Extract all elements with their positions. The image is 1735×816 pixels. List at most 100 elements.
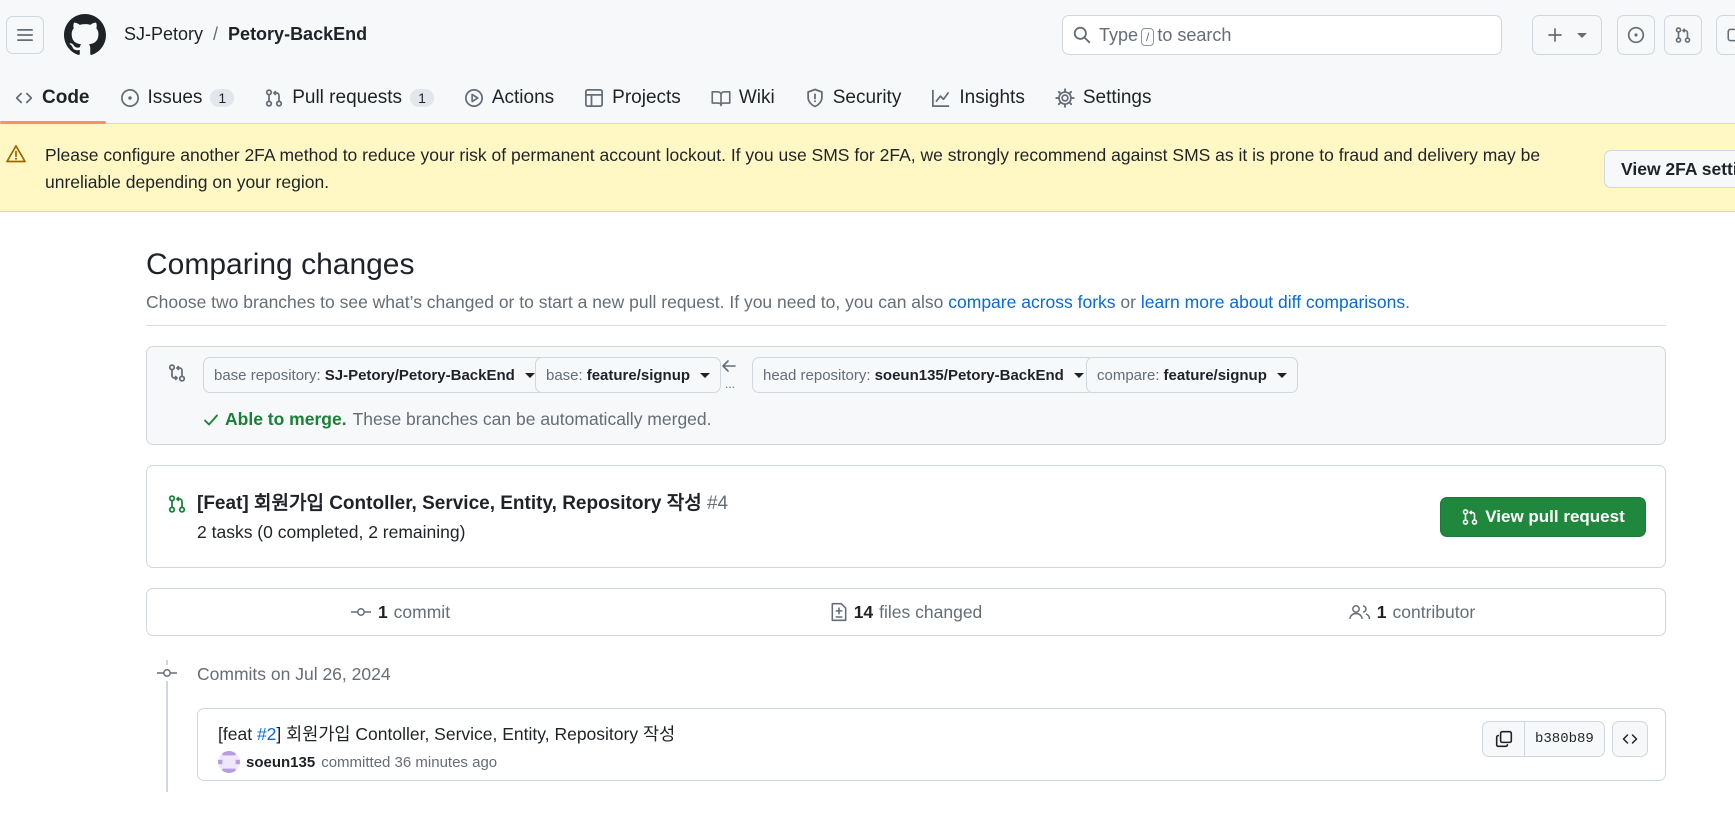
pull-request-tasks: 2 tasks (0 completed, 2 remaining) [197,522,466,542]
check-icon [204,414,218,425]
avatar[interactable] [218,751,240,773]
commit-author[interactable]: soeun135 [246,754,315,771]
tab-actions[interactable]: Actions [450,76,570,120]
git-commit-icon [156,665,178,681]
arrow-left-icon [722,360,736,372]
tab-label: Security [832,87,902,108]
pull-request-title[interactable]: [Feat] 회원가입 Contoller, Service, Entity, … [197,488,728,515]
app-header: SJ-Petory / Petory-BackEnd Type / to searc… [0,0,1735,124]
inbox-icon [1727,28,1735,42]
pull-requests-counter: 1 [410,89,434,107]
range-editor: base repository: SJ-Petory/Petory-BackEn… [146,346,1666,445]
compare-branch-value: feature/signup [1163,366,1267,384]
pull-request-number: #4 [706,493,729,514]
book-icon [711,90,731,107]
search-shortcut-key: / [1141,27,1155,46]
commits-count: 1 [377,601,388,622]
learn-diff-comparisons-link[interactable]: learn more about diff comparisons [1141,292,1405,312]
commits-label: commit [393,601,451,622]
tab-wiki[interactable]: Wiki [697,76,791,120]
commit-message-text: ] 회원가입 Contoller, Service, Entity, Repos… [276,724,676,744]
commit-sha-link[interactable]: b380b89 [1525,722,1604,756]
tab-issues[interactable]: Issues 1 [106,76,251,120]
compare-branch-label: compare: [1097,366,1160,384]
head-repository-value: soeun135/Petory-BackEnd [874,366,1064,384]
commit-message-prefix: [feat [218,724,253,744]
code-icon [1622,734,1638,744]
view-pull-request-button[interactable]: View pull request [1440,497,1646,537]
commits-stat[interactable]: 1 commit [147,589,653,635]
tab-label: Projects [612,87,681,108]
existing-pull-request-card: [Feat] 회원가입 Contoller, Service, Entity, … [146,465,1666,568]
copy-sha-button[interactable] [1483,722,1525,756]
alert-icon [6,145,26,163]
pull-requests-button[interactable] [1664,15,1702,55]
tab-security[interactable]: Security [791,76,918,120]
search-placeholder-suffix: to search [1157,24,1232,45]
range-dots: ... [725,377,736,391]
tab-label: Pull requests [292,87,403,108]
copy-icon [1495,730,1512,748]
issues-button[interactable] [1617,15,1655,55]
files-changed-stat[interactable]: 14 files changed [653,589,1159,635]
git-commit-icon [350,608,371,616]
subtitle-period: . [1405,292,1410,312]
pull-request-icon [266,89,283,107]
commits-date-heading: Commits on Jul 26, 2024 [197,664,391,684]
tab-label: Wiki [738,87,775,108]
file-diff-icon [831,602,847,622]
caret-down-icon [700,372,711,378]
compare-stats: 1 commit 14 files changed 1 contributor [146,588,1666,636]
people-icon [1349,605,1371,620]
create-new-button[interactable] [1532,15,1602,55]
breadcrumb-separator: / [213,24,219,44]
graph-icon [932,89,950,107]
menu-button[interactable] [6,16,44,54]
code-icon [15,92,33,104]
caret-down-icon [1276,372,1287,378]
head-repository-label: head repository: [763,366,871,384]
pull-request-title-text: [Feat] 회원가입 Contoller, Service, Entity, … [197,493,702,514]
table-icon [585,89,604,107]
repo-link[interactable]: Petory-BackEnd [228,24,367,45]
view-2fa-settings-button[interactable]: View 2FA settings [1604,150,1735,188]
page-subtitle: Choose two branches to see what’s change… [146,292,1410,313]
compare-across-forks-link[interactable]: compare across forks [948,292,1115,312]
tab-projects[interactable]: Projects [570,76,697,120]
commit-issue-link[interactable]: #2 [257,724,276,744]
head-repository-select[interactable]: head repository: soeun135/Petory-BackEnd [752,357,1095,393]
tab-code[interactable]: Code [0,76,106,124]
base-branch-select[interactable]: base: feature/signup [535,357,722,393]
page-title: Comparing changes [146,248,415,281]
commit-message[interactable]: [feat #2] 회원가입 Contoller, Service, Entit… [218,721,675,746]
pull-request-open-icon [168,495,186,513]
plus-icon [1548,28,1562,42]
hamburger-icon [17,29,33,41]
inbox-button[interactable] [1716,15,1735,55]
tab-label: Settings [1082,87,1152,108]
owner-link[interactable]: SJ-Petory [124,24,203,45]
commit-meta: soeun135 committed 36 minutes ago [218,751,497,773]
issue-opened-icon [1627,26,1645,44]
base-repository-value: SJ-Petory/Petory-BackEnd [324,366,515,384]
contributors-stat[interactable]: 1 contributor [1159,589,1665,635]
subtitle-or: or [1120,292,1136,312]
base-branch-label: base: [546,366,583,384]
base-repository-select[interactable]: base repository: SJ-Petory/Petory-BackEn… [203,357,546,393]
tab-pull-requests[interactable]: Pull requests 1 [250,76,450,120]
compare-branch-select[interactable]: compare: feature/signup [1086,357,1298,393]
identicon-icon [218,751,240,773]
github-logo-icon[interactable] [64,14,106,56]
tab-settings[interactable]: Settings [1041,76,1168,120]
search-input[interactable]: Type / to search [1062,15,1502,55]
search-placeholder-prefix: Type [1099,24,1139,45]
2fa-warning-banner: Please configure another 2FA method to r… [0,124,1735,212]
browse-repository-button[interactable] [1612,721,1648,757]
git-compare-icon [168,364,186,382]
pull-request-icon [1675,27,1691,43]
caret-down-icon [524,372,535,378]
issues-counter: 1 [210,89,235,107]
caret-down-icon [1073,372,1084,378]
files-changed-count: 14 [853,601,874,622]
tab-insights[interactable]: Insights [917,76,1040,120]
